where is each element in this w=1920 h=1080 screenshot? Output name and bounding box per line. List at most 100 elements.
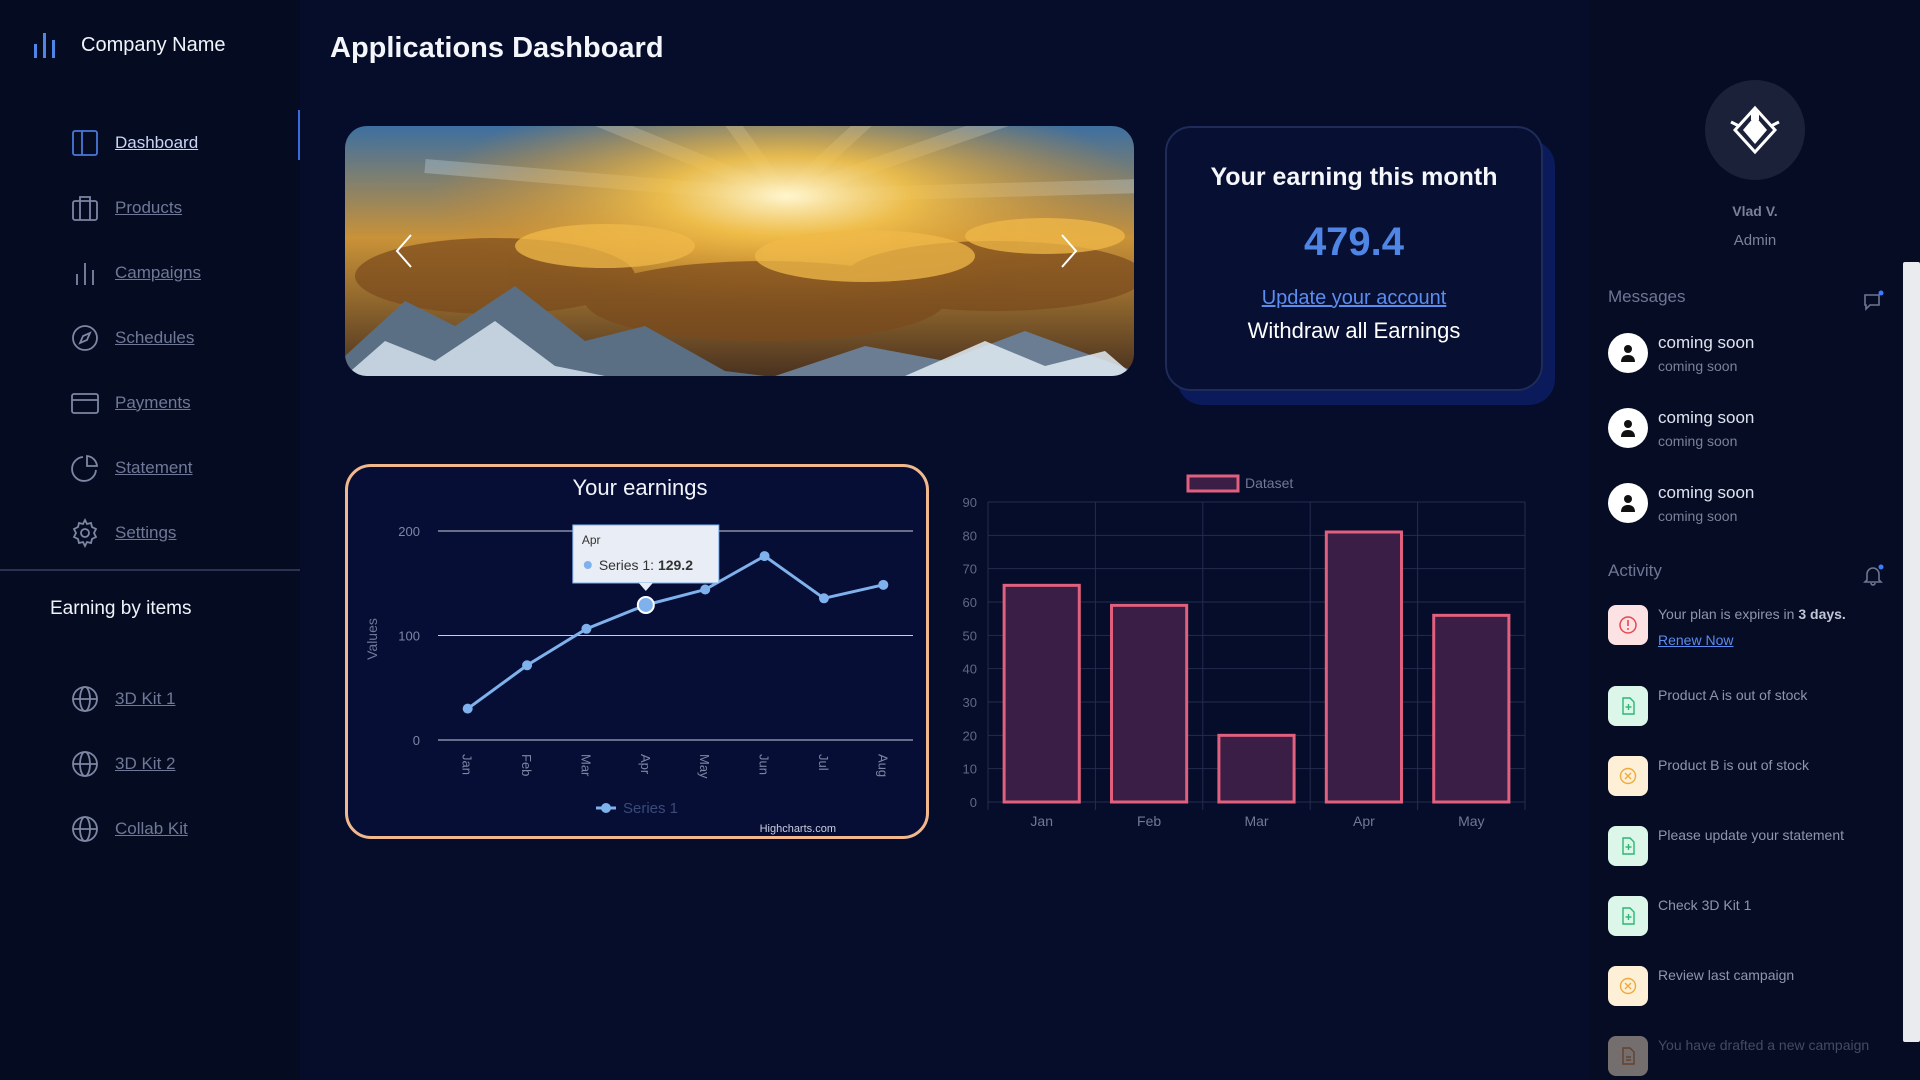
credit-card-icon — [69, 387, 101, 419]
scrollbar-thumb[interactable] — [1903, 262, 1920, 1042]
x-tick-label: Jul — [816, 754, 831, 771]
activity-text: Please update your statement — [1658, 827, 1845, 843]
data-point[interactable] — [462, 703, 473, 714]
sidebar: Company Name Dashboard Products Campaign… — [0, 0, 300, 1080]
message-title: coming soon — [1658, 408, 1755, 427]
bar[interactable] — [1217, 733, 1296, 804]
sidebar-divider — [0, 569, 300, 571]
sidebar-item-settings[interactable]: Settings — [0, 500, 300, 565]
data-point[interactable] — [581, 623, 592, 634]
user-icon — [1621, 345, 1635, 362]
sidebar-item-label: Settings — [115, 522, 177, 542]
activity-text: You have drafted a new campaign — [1658, 1037, 1870, 1053]
sidebar-item-label: Schedules — [115, 327, 195, 347]
message-subtitle: coming soon — [1658, 433, 1738, 449]
x-tick-label: Jan — [1030, 813, 1053, 829]
line-chart-ylabel: Values — [364, 618, 380, 660]
sidebar-item-products[interactable]: Products — [0, 175, 300, 240]
file-plus-icon — [1622, 697, 1635, 715]
x-tick-label: Apr — [1353, 813, 1375, 829]
sidebar-item-label: Collab Kit — [115, 818, 188, 838]
earning-value: 479.4 — [1303, 220, 1405, 264]
sidebar-item-3d-kit-2[interactable]: 3D Kit 2 — [0, 731, 300, 796]
y-tick-label: 100 — [398, 629, 420, 644]
profile-name: Vlad V. — [1732, 203, 1778, 219]
logo-emblem-icon — [1730, 105, 1780, 155]
layout-icon — [69, 127, 101, 159]
compass-icon — [69, 322, 101, 354]
avatar[interactable] — [1705, 80, 1805, 180]
carousel-prev-button[interactable] — [389, 231, 419, 271]
x-tick-label: Mar — [1244, 813, 1268, 829]
legend-label[interactable]: Series 1 — [623, 800, 678, 817]
y-tick-label: 0 — [413, 733, 420, 748]
globe-icon — [69, 813, 101, 845]
x-tick-label: Feb — [519, 754, 534, 776]
data-point[interactable] — [878, 579, 889, 590]
chevron-left-icon — [395, 234, 412, 268]
update-account-link[interactable]: Update your account — [1167, 287, 1541, 310]
message-title: coming soon — [1658, 483, 1755, 502]
x-tick-label: Jun — [757, 754, 772, 775]
user-icon — [1621, 495, 1635, 512]
tooltip-series-label: Series 1: 129.2 — [599, 557, 693, 573]
sidebar-item-3d-kit-1[interactable]: 3D Kit 1 — [0, 666, 300, 731]
page-title: Applications Dashboard — [330, 32, 664, 64]
data-point[interactable] — [700, 584, 711, 595]
hero-image — [345, 126, 1134, 376]
sidebar-item-collab-kit[interactable]: Collab Kit — [0, 796, 300, 861]
activity-text: Your plan is expires in 3 days. — [1658, 605, 1888, 623]
bell-icon — [1863, 564, 1884, 586]
notifications-button[interactable] — [1862, 564, 1884, 586]
user-avatar — [1608, 333, 1648, 373]
highlighted-point[interactable] — [636, 595, 655, 614]
sidebar-item-payments[interactable]: Payments — [0, 370, 300, 435]
sidebar-item-label: Products — [115, 197, 183, 217]
sidebar-item-dashboard[interactable]: Dashboard — [0, 110, 300, 175]
file-badge — [1608, 686, 1648, 726]
x-tick-label: May — [697, 754, 712, 779]
legend-marker — [601, 803, 611, 813]
alert-badge — [1608, 605, 1648, 645]
activity-text: Check 3D Kit 1 — [1658, 897, 1752, 913]
file-badge — [1608, 826, 1648, 866]
file-icon — [1622, 1047, 1635, 1065]
bar-chart-svg: Dataset 0 10 20 30 40 50 60 70 80 90 Jan Feb Mar Apr… — [963, 474, 1526, 829]
x-tick-label: Feb — [1137, 813, 1161, 829]
messages-button[interactable] — [1862, 290, 1884, 312]
y-tick-label: 90 — [963, 495, 977, 510]
sidebar-item-statement[interactable]: Statement — [0, 435, 300, 500]
data-point[interactable] — [759, 551, 770, 562]
legend-label[interactable]: Dataset — [1245, 475, 1293, 491]
bar[interactable] — [1432, 613, 1511, 804]
y-tick-label: 10 — [963, 762, 977, 777]
highcharts-credit[interactable]: Highcharts.com — [760, 823, 836, 835]
bar-chart-icon — [69, 257, 101, 289]
sidebar-item-campaigns[interactable]: Campaigns — [0, 240, 300, 305]
message-item[interactable]: coming soon coming soon — [1608, 333, 1888, 393]
hero-carousel[interactable] — [345, 126, 1134, 376]
message-item[interactable]: coming soon coming soon — [1608, 408, 1888, 468]
message-item[interactable]: coming soon coming soon — [1608, 483, 1888, 543]
legend-swatch — [1186, 474, 1240, 493]
scrollbar[interactable] — [1903, 0, 1920, 1080]
data-point[interactable] — [818, 593, 829, 604]
earning-by-items-title: Earning by items — [50, 598, 192, 619]
bar[interactable] — [1324, 530, 1403, 804]
y-tick-label: 50 — [963, 628, 977, 643]
sidebar-item-schedules[interactable]: Schedules — [0, 305, 300, 370]
bar[interactable] — [1002, 583, 1081, 804]
carousel-next-button[interactable] — [1054, 231, 1084, 271]
x-tick-label: Jan — [460, 754, 475, 775]
renew-now-link[interactable]: Renew Now — [1658, 632, 1733, 648]
plan-expiry-text: Your plan is expires in — [1658, 606, 1799, 622]
gear-icon — [69, 517, 101, 549]
sidebar-nav: Dashboard Products Campaigns Schedules P… — [0, 110, 300, 565]
bar[interactable] — [1110, 603, 1189, 804]
brand[interactable]: Company Name — [32, 30, 226, 60]
bar-chart-icon — [34, 33, 55, 58]
y-tick-label: 70 — [963, 562, 977, 577]
line-chart-title: Your earnings — [573, 475, 708, 500]
tooltip-series-marker — [583, 560, 592, 569]
data-point[interactable] — [522, 660, 533, 671]
